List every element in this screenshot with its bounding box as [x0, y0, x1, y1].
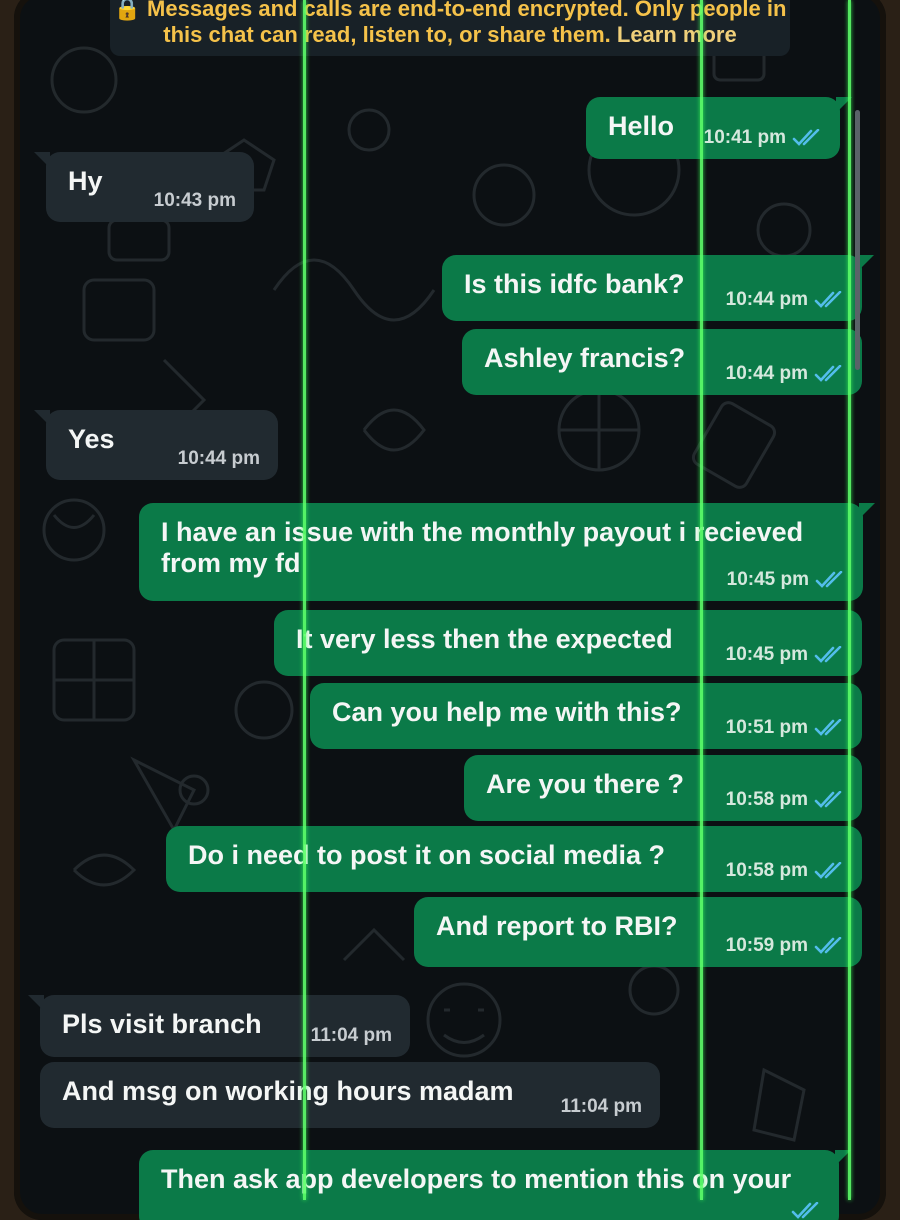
message-meta: 10:51 pm	[726, 717, 844, 739]
message-meta: 10:58 pm	[726, 789, 844, 811]
message-time: 11:04 pm	[560, 1096, 642, 1117]
message-meta: 10:44 pm	[726, 363, 844, 385]
message-text: Hy	[68, 166, 103, 196]
message-time: 10:45 pm	[726, 569, 809, 590]
message-text: It very less then the expected	[296, 624, 673, 654]
message-time: 10:44 pm	[177, 448, 260, 469]
read-ticks-icon	[814, 365, 842, 382]
read-ticks-icon	[791, 1202, 819, 1219]
incoming-message[interactable]: Pls visit branch 11:04 pm	[28, 995, 410, 1057]
message-meta: 10:59 pm	[726, 935, 844, 957]
message-meta: 10:44 pm	[178, 448, 260, 470]
read-ticks-icon	[815, 571, 843, 588]
message-meta: 10:41 pm	[704, 127, 822, 149]
message-time: 10:44 pm	[725, 363, 808, 384]
message-time: 10:51 pm	[725, 717, 808, 738]
learn-more-link[interactable]: Learn more	[617, 22, 737, 47]
message-text: Do i need to post it on social media ?	[188, 840, 666, 870]
message-text: Hello	[608, 111, 675, 141]
message-text: And msg on working hours madam	[62, 1076, 514, 1106]
message-time: 11:04 pm	[310, 1025, 392, 1046]
message-time: 10:45 pm	[725, 644, 808, 665]
outgoing-message[interactable]: Hello 10:41 pm	[586, 97, 852, 159]
message-text: Yes	[68, 424, 115, 454]
message-time: 10:58 pm	[725, 789, 808, 810]
read-ticks-icon	[814, 719, 842, 736]
outgoing-message[interactable]: Are you there ? 10:58 pm	[464, 755, 862, 821]
message-time: 10:59 pm	[725, 935, 808, 956]
message-meta: 11:04 pm	[561, 1096, 642, 1118]
read-ticks-icon	[814, 291, 842, 308]
outgoing-message[interactable]: Ashley francis? 10:44 pm	[462, 329, 862, 395]
message-time: 10:58 pm	[725, 860, 808, 881]
message-meta: 11:04 pm	[311, 1025, 392, 1047]
read-ticks-icon	[814, 646, 842, 663]
outgoing-message[interactable]: Then ask app developers to mention this …	[139, 1150, 851, 1220]
lock-icon: 🔒	[113, 0, 148, 21]
incoming-message[interactable]: Yes 10:44 pm	[34, 410, 278, 480]
read-ticks-icon	[792, 129, 820, 146]
message-meta: 10:44 pm	[726, 289, 844, 311]
message-meta	[785, 1202, 821, 1220]
encryption-notice: 🔒 Messages and calls are end-to-end encr…	[110, 0, 790, 56]
message-text: Pls visit branch	[62, 1009, 262, 1039]
read-ticks-icon	[814, 937, 842, 954]
message-meta: 10:43 pm	[154, 190, 236, 212]
incoming-message[interactable]: Hy 10:43 pm	[34, 152, 254, 222]
message-text: Are you there ?	[486, 769, 685, 799]
outgoing-message[interactable]: It very less then the expected 10:45 pm	[274, 610, 862, 676]
screen-glitch-line	[303, 0, 306, 1200]
outgoing-message[interactable]: I have an issue with the monthly payout …	[139, 503, 875, 601]
outgoing-message[interactable]: Do i need to post it on social media ? 10…	[166, 826, 862, 892]
read-ticks-icon	[814, 862, 842, 879]
message-text: Can you help me with this?	[332, 697, 682, 727]
read-ticks-icon	[814, 791, 842, 808]
screen-glitch-line	[848, 0, 851, 1200]
screen-glitch-line	[700, 0, 703, 1200]
outgoing-message[interactable]: Is this idfc bank? 10:44 pm	[442, 255, 874, 321]
scrollbar[interactable]	[855, 110, 860, 370]
incoming-message[interactable]: And msg on working hours madam 11:04 pm	[40, 1062, 660, 1128]
message-text: Is this idfc bank?	[464, 269, 685, 299]
message-meta: 10:45 pm	[727, 569, 845, 591]
message-meta: 10:58 pm	[726, 860, 844, 882]
phone-screen: 🔒 Messages and calls are end-to-end encr…	[14, 0, 886, 1220]
message-time: 10:43 pm	[153, 190, 236, 211]
outgoing-message[interactable]: And report to RBI? 10:59 pm	[414, 897, 862, 967]
message-text: Then ask app developers to mention this …	[161, 1164, 792, 1194]
message-meta: 10:45 pm	[726, 644, 844, 666]
message-text: And report to RBI?	[436, 911, 678, 941]
outgoing-message[interactable]: Can you help me with this? 10:51 pm	[310, 683, 862, 749]
message-text: Ashley francis?	[484, 343, 686, 373]
message-time: 10:41 pm	[703, 127, 786, 148]
message-time: 10:44 pm	[725, 289, 808, 310]
